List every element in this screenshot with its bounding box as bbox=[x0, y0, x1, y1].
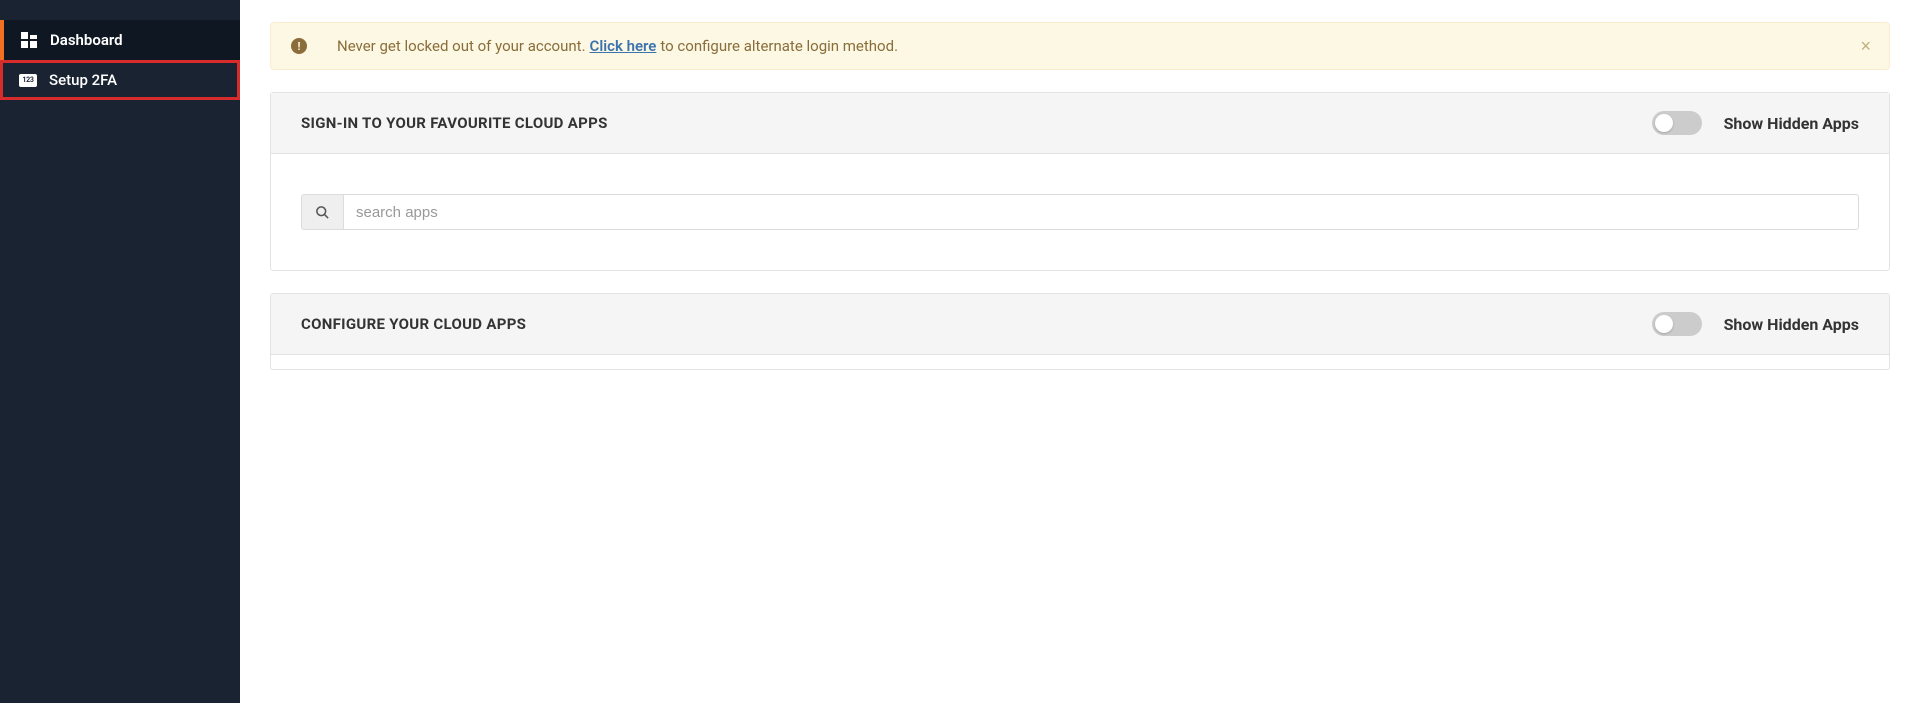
search-icon bbox=[301, 194, 343, 230]
sidebar-item-label: Dashboard bbox=[50, 31, 123, 49]
sidebar-item-label: Setup 2FA bbox=[49, 71, 117, 89]
dashboard-icon bbox=[20, 31, 38, 49]
alert-link[interactable]: Click here bbox=[590, 37, 657, 55]
sidebar-item-setup-2fa[interactable]: 123 Setup 2FA bbox=[0, 60, 240, 100]
twofa-icon: 123 bbox=[19, 71, 37, 89]
sidebar: Dashboard 123 Setup 2FA bbox=[0, 0, 240, 703]
search-wrap bbox=[301, 194, 1859, 230]
panel-header: SIGN-IN TO YOUR FAVOURITE CLOUD APPS Sho… bbox=[271, 93, 1889, 154]
panel-signin-apps: SIGN-IN TO YOUR FAVOURITE CLOUD APPS Sho… bbox=[270, 92, 1890, 271]
panel-title: CONFIGURE YOUR CLOUD APPS bbox=[301, 315, 526, 333]
panel-configure-apps: CONFIGURE YOUR CLOUD APPS Show Hidden Ap… bbox=[270, 293, 1890, 370]
alert-close-button[interactable]: × bbox=[1860, 37, 1871, 55]
panel-header-controls: Show Hidden Apps bbox=[1652, 111, 1859, 135]
panel-title: SIGN-IN TO YOUR FAVOURITE CLOUD APPS bbox=[301, 114, 608, 132]
main-content: ! Never get locked out of your account. … bbox=[240, 0, 1920, 703]
sidebar-spacer bbox=[0, 0, 240, 20]
show-hidden-apps-toggle[interactable] bbox=[1652, 312, 1702, 336]
alert-banner: ! Never get locked out of your account. … bbox=[270, 22, 1890, 70]
sidebar-item-dashboard[interactable]: Dashboard bbox=[0, 20, 240, 60]
panel-body bbox=[271, 355, 1889, 369]
search-apps-input[interactable] bbox=[343, 194, 1859, 230]
panel-header: CONFIGURE YOUR CLOUD APPS Show Hidden Ap… bbox=[271, 294, 1889, 355]
toggle-label: Show Hidden Apps bbox=[1724, 315, 1859, 334]
panel-body bbox=[271, 154, 1889, 270]
show-hidden-apps-toggle[interactable] bbox=[1652, 111, 1702, 135]
alert-text-prefix: Never get locked out of your account. bbox=[337, 37, 586, 55]
panel-header-controls: Show Hidden Apps bbox=[1652, 312, 1859, 336]
alert-icon: ! bbox=[291, 38, 307, 54]
alert-text-suffix: to configure alternate login method. bbox=[660, 37, 898, 55]
toggle-label: Show Hidden Apps bbox=[1724, 114, 1859, 133]
